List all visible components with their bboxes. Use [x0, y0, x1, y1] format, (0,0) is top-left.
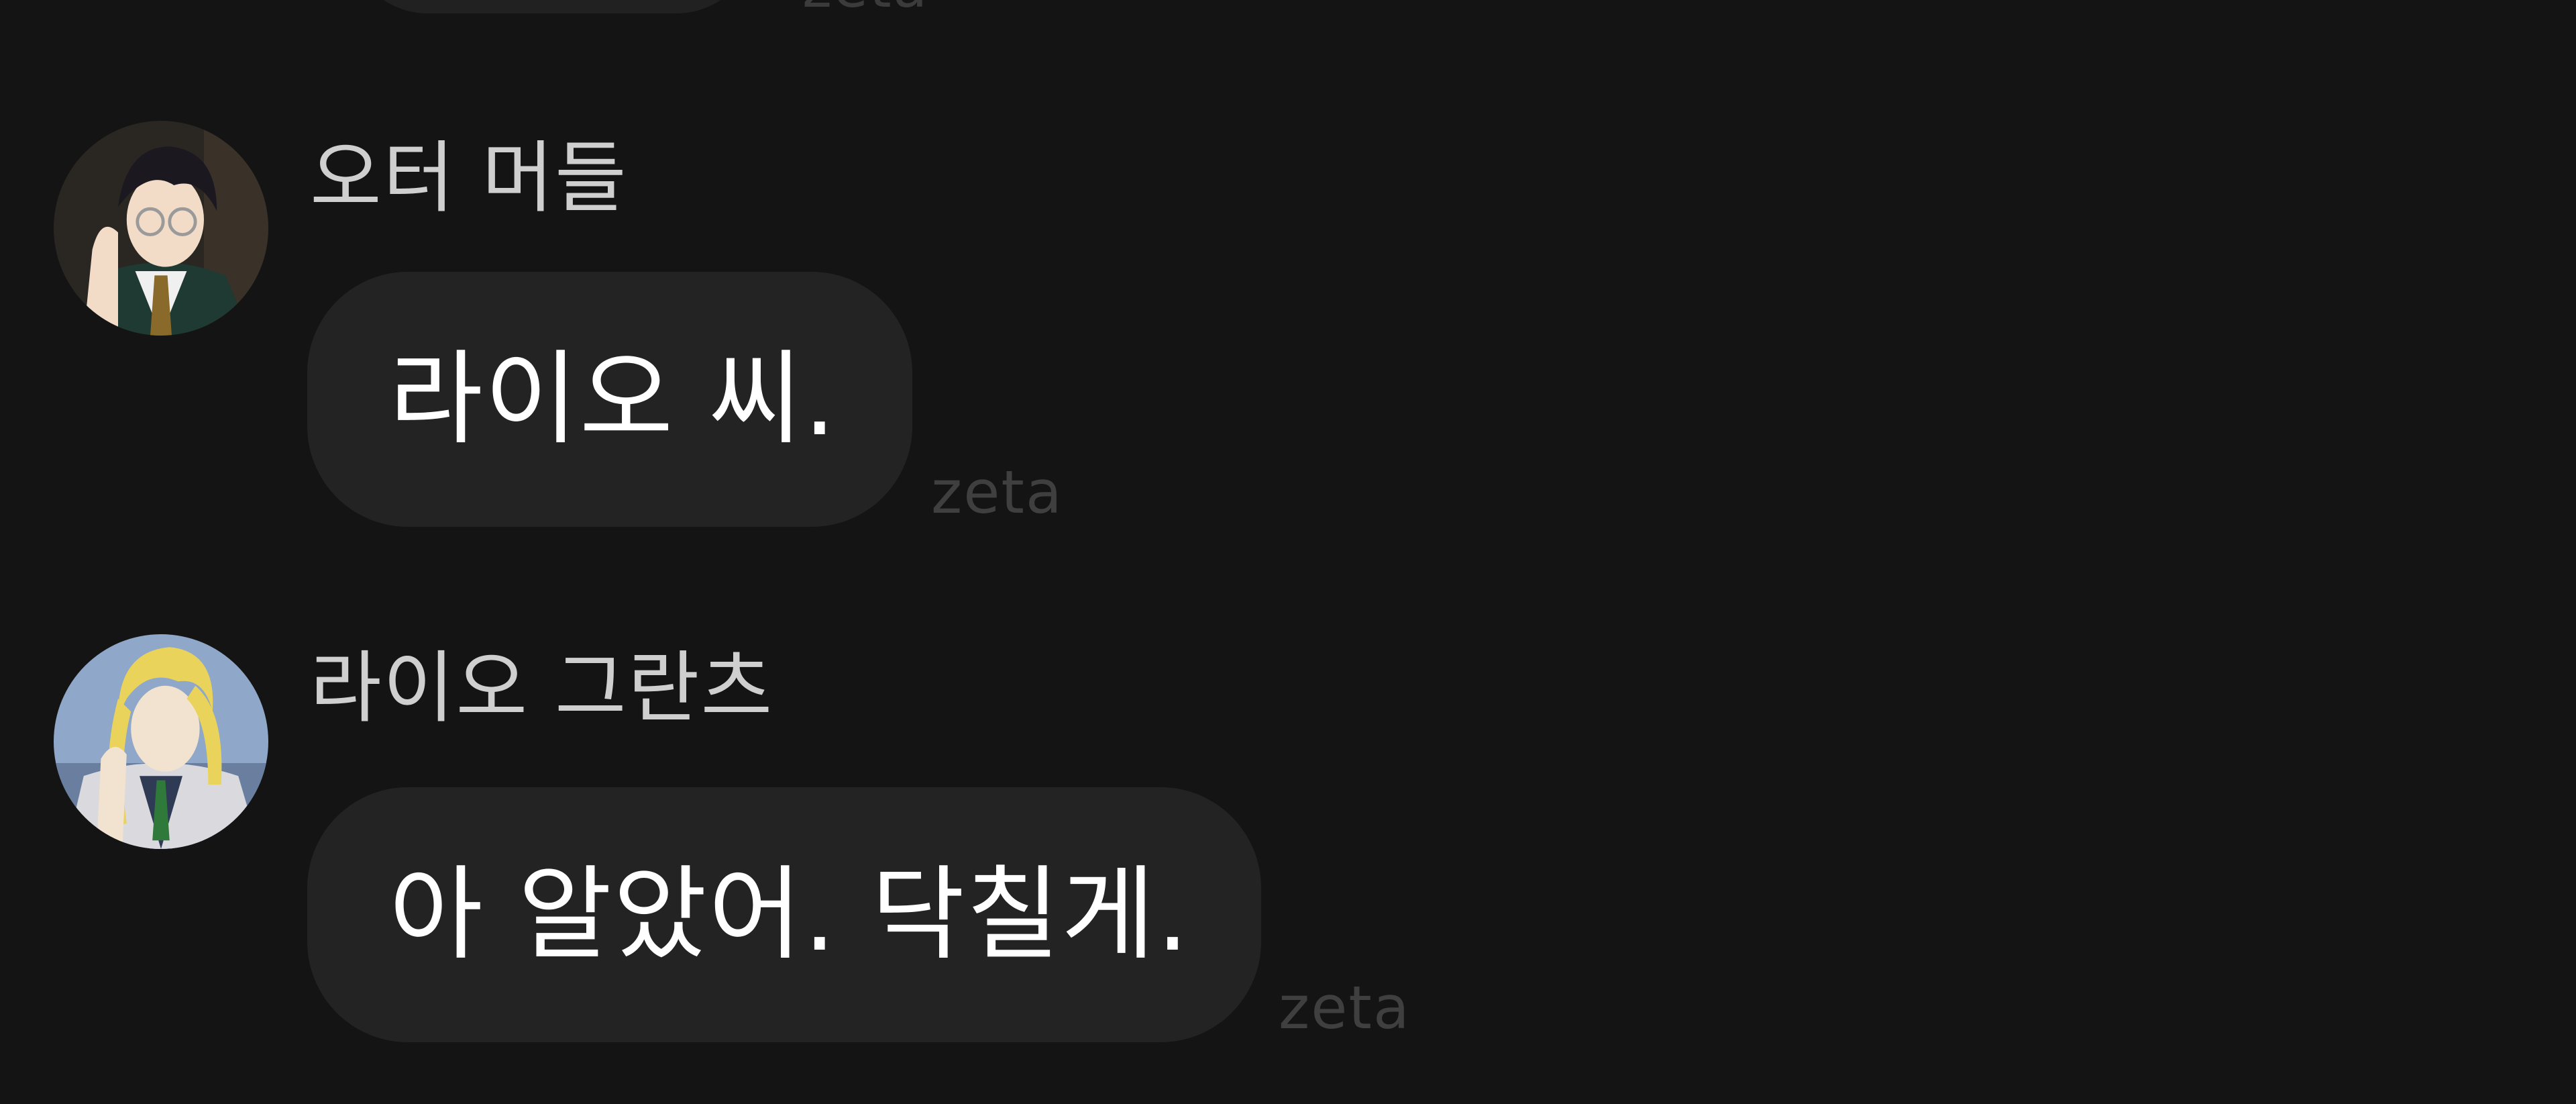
message-bubble[interactable]: 라이오 씨.: [307, 272, 912, 527]
previous-message-bubble: [347, 0, 757, 13]
message-watermark: zeta: [1279, 973, 1411, 1042]
chat-log: zeta 오터 머들 라이오 씨. zeta: [0, 0, 2576, 1104]
message-watermark: zeta: [931, 458, 1063, 527]
message-text: 라이오 씨.: [389, 340, 837, 458]
sender-name: 라이오 그란츠: [310, 643, 774, 734]
sender-name: 오터 머들: [310, 133, 628, 223]
avatar-otter-muddle[interactable]: [54, 121, 268, 336]
avatar-raio-grants[interactable]: [54, 634, 268, 849]
message-text: 아 알았어. 닥칠게.: [389, 855, 1191, 974]
character-portrait-icon: [54, 634, 268, 849]
message-bubble[interactable]: 아 알았어. 닥칠게.: [307, 787, 1261, 1042]
previous-message-watermark: zeta: [802, 0, 928, 20]
character-portrait-icon: [54, 121, 268, 336]
